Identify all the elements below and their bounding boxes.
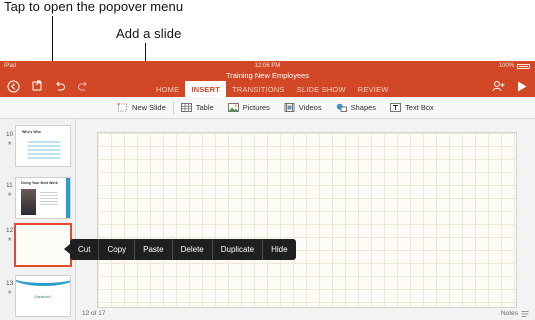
- thumb-title: Doing Your Best Work: [21, 181, 58, 185]
- status-time: 12:06 PM: [254, 63, 281, 69]
- table-label: Table: [195, 103, 214, 112]
- popover-paste[interactable]: Paste: [135, 239, 173, 260]
- table-icon: [180, 103, 192, 112]
- back-icon[interactable]: [5, 78, 21, 94]
- ipad-screen: iPad 12:06 PM 100% Training New Employee…: [0, 61, 535, 320]
- pictures-label: Pictures: [242, 103, 270, 112]
- star-icon: ★: [7, 237, 13, 243]
- text-box-label: Text Box: [405, 103, 434, 112]
- shapes-label: Shapes: [350, 103, 377, 112]
- slide-editor: [76, 119, 535, 310]
- shapes-button[interactable]: Shapes: [329, 103, 383, 112]
- table-button[interactable]: Table: [174, 103, 221, 112]
- share-user-icon[interactable]: [490, 78, 506, 94]
- battery-status: 100%: [499, 63, 530, 69]
- title-bar: iPad 12:06 PM 100% Training New Employee…: [0, 61, 535, 97]
- text-box-icon: [390, 103, 401, 112]
- tab-review[interactable]: REVIEW: [352, 82, 395, 97]
- thumb-number: 11: [6, 182, 13, 189]
- redo-icon[interactable]: [75, 78, 91, 94]
- battery-icon: [517, 63, 530, 69]
- slide-thumbnail-pane[interactable]: 10 ★ Who's Who 11 ★ Doing Your Best Work…: [0, 119, 76, 320]
- thumb-number: 13: [6, 280, 14, 287]
- thumb-number: 10: [6, 131, 14, 138]
- new-slide-icon: [117, 103, 127, 112]
- thumb-photo: [21, 189, 36, 215]
- new-slide-label: New Slide: [132, 103, 166, 112]
- popover-menu: Cut Copy Paste Delete Duplicate Hide: [64, 239, 296, 260]
- shapes-icon: [336, 103, 347, 112]
- popover-duplicate[interactable]: Duplicate: [213, 239, 264, 260]
- slide-thumbnail-10[interactable]: Who's Who: [15, 125, 71, 167]
- thumb-number: 12: [6, 227, 14, 234]
- videos-button[interactable]: Videos: [277, 103, 329, 112]
- slide-thumbnail-11[interactable]: Doing Your Best Work: [15, 177, 71, 219]
- slide-canvas[interactable]: [97, 132, 517, 308]
- star-icon: ★: [7, 192, 13, 198]
- new-slide-button[interactable]: New Slide: [110, 103, 173, 112]
- notes-icon: [521, 310, 529, 317]
- pictures-icon: [227, 103, 239, 112]
- slide-thumbnail-13[interactable]: Questions?: [15, 275, 71, 317]
- notes-button[interactable]: Notes: [501, 310, 529, 317]
- insert-ribbon: New Slide Table Pictures Videos Shapes T…: [0, 97, 535, 119]
- thumb-decoration: [28, 141, 60, 159]
- status-footer: 12 of 17 Notes: [76, 310, 535, 320]
- thumb-title: Who's Who: [22, 130, 41, 134]
- file-icon[interactable]: [29, 78, 45, 94]
- popover-hide[interactable]: Hide: [263, 239, 295, 260]
- videos-label: Videos: [298, 103, 322, 112]
- thumb-decoration: [40, 192, 58, 206]
- add-slide-callout-text: Add a slide: [116, 26, 182, 41]
- star-icon: ★: [7, 290, 13, 296]
- ribbon-tabs: HOME INSERT TRANSITIONS SLIDE SHOW REVIE…: [150, 81, 395, 97]
- thumb-accent: [66, 178, 70, 218]
- tab-home[interactable]: HOME: [150, 82, 185, 97]
- popover-cut[interactable]: Cut: [70, 239, 100, 260]
- popover-callout-text: Tap to open the popover menu: [4, 0, 184, 14]
- thumb-decoration: [16, 276, 70, 286]
- tab-slide-show[interactable]: SLIDE SHOW: [291, 82, 352, 97]
- star-icon: ★: [7, 141, 13, 147]
- undo-icon[interactable]: [52, 78, 68, 94]
- tab-insert[interactable]: INSERT: [185, 81, 227, 97]
- thumb-title: Questions?: [34, 295, 52, 299]
- popover-copy[interactable]: Copy: [99, 239, 136, 260]
- play-icon[interactable]: [514, 78, 530, 94]
- videos-icon: [284, 103, 295, 112]
- text-box-button[interactable]: Text Box: [383, 103, 441, 112]
- battery-percent: 100%: [498, 63, 514, 69]
- tab-transitions[interactable]: TRANSITIONS: [226, 82, 291, 97]
- popover-delete[interactable]: Delete: [173, 239, 213, 260]
- notes-label: Notes: [501, 310, 518, 317]
- slide-count: 12 of 17: [82, 310, 106, 317]
- pictures-button[interactable]: Pictures: [221, 103, 277, 112]
